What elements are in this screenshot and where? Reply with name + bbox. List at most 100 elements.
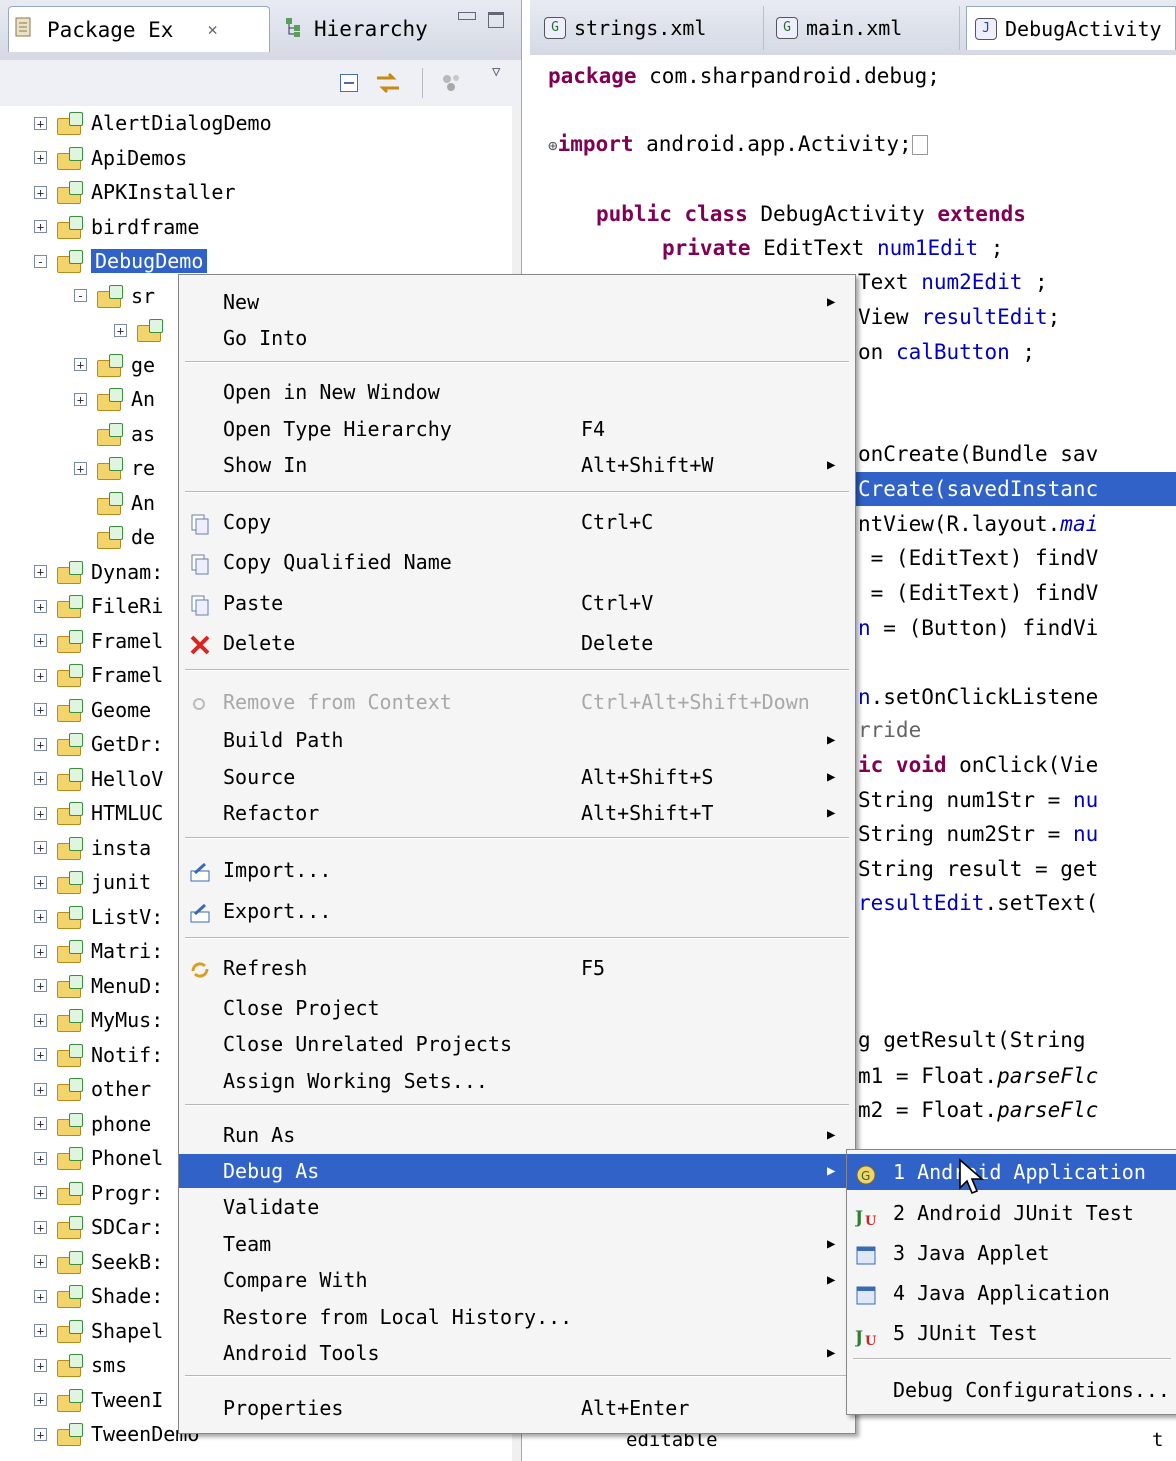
collapse-icon[interactable]: - — [34, 254, 47, 268]
expand-icon[interactable]: + — [34, 875, 47, 889]
tree-item[interactable]: + Notif: — [34, 1038, 163, 1072]
expand-icon[interactable]: + — [34, 1048, 47, 1061]
menu-item-go-into[interactable]: Go Into — [179, 321, 855, 355]
expand-icon[interactable]: + — [34, 1427, 47, 1441]
expand-icon[interactable]: + — [34, 1013, 47, 1027]
tree-item[interactable]: + Geome — [34, 693, 151, 727]
link-with-editor-icon[interactable] — [374, 70, 402, 100]
tab-package-explorer[interactable]: Package Ex ✕ — [8, 6, 270, 52]
tree-item[interactable]: - DebugDemo — [34, 244, 208, 278]
menu-item-run-as[interactable]: Run As ▶ — [179, 1118, 855, 1152]
menu-item-restore-from-local-history[interactable]: Restore from Local History... — [179, 1300, 855, 1334]
tree-item[interactable]: + HTMLUC — [34, 796, 163, 830]
submenu-item-4-java-application[interactable]: 4 Java Application — [847, 1275, 1176, 1311]
tree-item[interactable]: + AlertDialogDemo — [34, 106, 272, 140]
menu-item-compare-with[interactable]: Compare With ▶ — [179, 1263, 855, 1297]
menu-item-team[interactable]: Team ▶ — [179, 1227, 855, 1261]
tab-main-xml[interactable]: G main.xml — [768, 6, 960, 50]
expand-icon[interactable]: + — [34, 1393, 47, 1406]
submenu-item-5-junit-test[interactable]: JU 5 JUnit Test — [847, 1315, 1176, 1351]
menu-item-refactor[interactable]: Refactor Alt+Shift+T ▶ — [179, 796, 855, 830]
menu-item-show-in[interactable]: Show In Alt+Shift+W ▶ — [179, 448, 855, 482]
tree-item[interactable]: + Matri: — [34, 934, 163, 968]
maximize-icon[interactable] — [488, 12, 504, 28]
tree-item[interactable]: + SDCar: — [34, 1210, 163, 1244]
expand-icon[interactable]: + — [34, 151, 47, 164]
menu-item-copy-qualified-name[interactable]: Copy Qualified Name — [179, 545, 855, 579]
tree-item[interactable]: + Shapel — [34, 1314, 163, 1348]
expand-icon[interactable]: + — [34, 806, 47, 820]
submenu-item-debug-configurations[interactable]: Debug Configurations... — [847, 1372, 1176, 1408]
tree-item[interactable]: + re — [74, 451, 155, 485]
menu-item-open-in-new-window[interactable]: Open in New Window — [179, 375, 855, 409]
expand-icon[interactable]: + — [34, 116, 47, 130]
menu-item-paste[interactable]: Paste Ctrl+V — [179, 586, 855, 620]
menu-item-assign-working-sets[interactable]: Assign Working Sets... — [179, 1064, 855, 1098]
tab-hierarchy[interactable]: Hierarchy — [284, 6, 434, 52]
minimize-icon[interactable] — [458, 12, 476, 20]
menu-item-validate[interactable]: Validate — [179, 1190, 855, 1224]
tree-item[interactable]: + phone — [34, 1107, 151, 1141]
expand-icon[interactable]: + — [34, 565, 47, 578]
tree-item[interactable]: + HelloV — [34, 762, 163, 796]
expand-icon[interactable]: + — [34, 841, 47, 854]
expand-icon[interactable]: + — [34, 1220, 47, 1234]
menu-item-properties[interactable]: Properties Alt+Enter — [179, 1391, 855, 1425]
view-menu-icon[interactable]: ▽ — [492, 64, 500, 80]
menu-item-close-unrelated-projects[interactable]: Close Unrelated Projects — [179, 1027, 855, 1061]
close-icon[interactable]: ✕ — [207, 20, 217, 40]
submenu-item-3-java-applet[interactable]: 3 Java Applet — [847, 1235, 1176, 1271]
menu-item-import[interactable]: Import... — [179, 853, 855, 887]
tree-item[interactable]: + MenuD: — [34, 969, 163, 1003]
menu-item-new[interactable]: New ▶ — [179, 285, 855, 319]
tree-item[interactable]: + Progr: — [34, 1176, 163, 1210]
menu-item-remove-from-context[interactable]: Remove from Context Ctrl+Alt+Shift+Down — [179, 685, 855, 719]
tree-item[interactable]: + ListV: — [34, 900, 163, 934]
expand-icon[interactable]: + — [34, 703, 47, 716]
expand-icon[interactable]: + — [34, 220, 47, 233]
menu-item-source[interactable]: Source Alt+Shift+S ▶ — [179, 760, 855, 794]
tree-item[interactable]: + birdframe — [34, 210, 199, 244]
tree-item[interactable]: + insta — [34, 831, 151, 865]
expand-icon[interactable]: + — [34, 772, 47, 785]
submenu-item-2-android-junit-test[interactable]: JU 2 Android JUnit Test — [847, 1195, 1176, 1231]
tree-item[interactable]: + GetDr: — [34, 727, 163, 761]
menu-item-open-type-hierarchy[interactable]: Open Type Hierarchy F4 — [179, 412, 855, 446]
expand-icon[interactable]: + — [34, 185, 47, 199]
expand-icon[interactable]: + — [34, 979, 47, 992]
tree-item[interactable]: + Shade: — [34, 1279, 163, 1313]
tree-item[interactable]: An — [74, 486, 155, 520]
tree-item[interactable]: + Framel — [34, 658, 163, 692]
tree-item[interactable]: + FileRi — [34, 589, 163, 623]
expand-icon[interactable]: + — [34, 1117, 47, 1130]
tree-item[interactable]: de — [74, 520, 155, 554]
menu-item-android-tools[interactable]: Android Tools ▶ — [179, 1336, 855, 1370]
tree-item[interactable]: + — [114, 313, 171, 347]
expand-icon[interactable]: + — [34, 944, 47, 958]
menu-item-delete[interactable]: Delete Delete — [179, 626, 855, 660]
tree-item[interactable]: + SeekB: — [34, 1245, 163, 1279]
tree-item[interactable]: + MyMus: — [34, 1003, 163, 1037]
tree-item[interactable]: + ge — [74, 348, 155, 382]
expand-icon[interactable]: + — [34, 910, 47, 923]
expand-icon[interactable]: + — [114, 323, 127, 337]
tree-item[interactable]: + sms — [34, 1348, 127, 1382]
tree-item[interactable]: + Phonel — [34, 1141, 163, 1175]
submenu-item-1-android-application[interactable]: G 1 Android Application — [847, 1154, 1176, 1190]
expand-icon[interactable]: + — [34, 1255, 47, 1268]
tree-item[interactable]: + ApiDemos — [34, 141, 187, 175]
expand-icon[interactable]: + — [34, 599, 47, 613]
expand-icon[interactable]: + — [34, 1082, 47, 1096]
menu-item-close-project[interactable]: Close Project — [179, 991, 855, 1025]
expand-icon[interactable]: + — [34, 1186, 47, 1199]
expand-icon[interactable]: + — [74, 392, 87, 406]
menu-item-export[interactable]: Export... — [179, 894, 855, 928]
tree-item[interactable]: + TweenI — [34, 1383, 163, 1417]
expand-icon[interactable]: + — [34, 1324, 47, 1337]
tree-item[interactable]: + Framel — [34, 624, 163, 658]
expand-icon[interactable]: + — [34, 1358, 47, 1372]
tree-item[interactable]: + TweenDemo — [34, 1417, 199, 1451]
menu-item-copy[interactable]: Copy Ctrl+C — [179, 505, 855, 539]
focus-on-active-task-icon[interactable] — [440, 72, 466, 98]
tree-item[interactable]: + other — [34, 1072, 151, 1106]
